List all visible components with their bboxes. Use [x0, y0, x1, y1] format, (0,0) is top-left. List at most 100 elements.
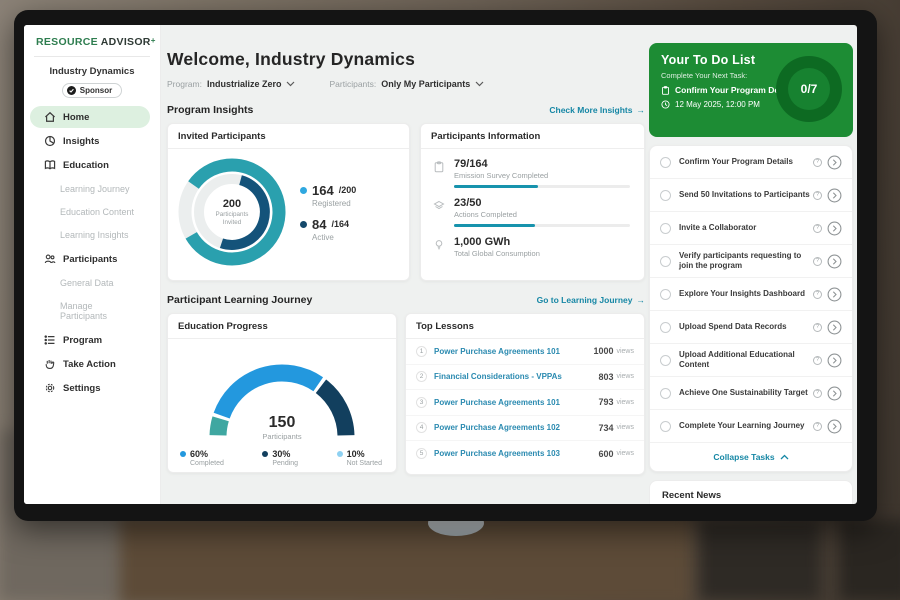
lesson-link[interactable]: Power Purchase Agreements 101 [434, 398, 598, 407]
task-checkbox[interactable] [660, 421, 671, 432]
task-row[interactable]: Achieve One Sustainability Target ? [650, 377, 852, 410]
sidebar-item-take-action[interactable]: Take Action [30, 353, 150, 375]
todo-datetime: 12 May 2025, 12:00 PM [675, 100, 760, 109]
lesson-row[interactable]: 4 Power Purchase Agreements 102 734 view… [406, 416, 644, 442]
chevron-right-icon[interactable] [827, 386, 842, 401]
people-icon [44, 253, 56, 265]
task-row[interactable]: Explore Your Insights Dashboard ? [650, 278, 852, 311]
task-row[interactable]: Upload Additional Educational Content ? [650, 344, 852, 377]
stat-emission-survey: 79/164 Emission Survey Completed [421, 149, 644, 188]
chevron-right-icon[interactable] [827, 254, 842, 269]
info-icon[interactable]: ? [813, 257, 822, 266]
lesson-row[interactable]: 1 Power Purchase Agreements 101 1000 vie… [406, 339, 644, 365]
hand-icon [44, 358, 56, 370]
task-list-card: Confirm Your Program Details ? Send 50 I… [649, 145, 853, 472]
sidebar-item-education[interactable]: Education [30, 154, 150, 176]
bulb-icon [433, 239, 445, 251]
legend-dot [180, 451, 186, 457]
sidebar-item-label: Participants [63, 254, 117, 265]
lesson-link[interactable]: Power Purchase Agreements 102 [434, 423, 598, 432]
task-row[interactable]: Send 50 Invitations to Participants ? [650, 179, 852, 212]
background-shadow [700, 520, 820, 600]
invited-participants-card: Invited Participants 200 Participants In… [167, 123, 410, 281]
chevron-right-icon[interactable] [827, 419, 842, 434]
info-icon[interactable]: ? [813, 191, 822, 200]
task-checkbox[interactable] [660, 157, 671, 168]
legend-item-completed: 60% Completed [180, 449, 224, 467]
lesson-link[interactable]: Power Purchase Agreements 103 [434, 449, 598, 458]
chevron-right-icon[interactable] [827, 188, 842, 203]
legend-dot [262, 451, 268, 457]
progress-bar [454, 224, 630, 227]
lesson-row[interactable]: 3 Power Purchase Agreements 101 793 view… [406, 390, 644, 416]
sidebar-item-label: Settings [63, 383, 100, 394]
collapse-tasks-link[interactable]: Collapse Tasks [650, 443, 852, 471]
task-checkbox[interactable] [660, 190, 671, 201]
sponsor-badge[interactable]: Sponsor [62, 83, 122, 98]
sidebar-item-learning-journey[interactable]: Learning Journey [30, 179, 150, 199]
task-row[interactable]: Verify participants requesting to join t… [650, 245, 852, 278]
info-icon[interactable]: ? [813, 356, 822, 365]
sidebar-item-label: Education Content [60, 207, 134, 217]
task-row[interactable]: Complete Your Learning Journey ? [650, 410, 852, 443]
lesson-link[interactable]: Financial Considerations - VPPAs [434, 372, 598, 381]
info-icon[interactable]: ? [813, 422, 822, 431]
sidebar-item-program[interactable]: Program [30, 329, 150, 351]
brand-logo[interactable]: RESOURCE ADVISOR+ [24, 25, 160, 56]
task-row[interactable]: Upload Spend Data Records ? [650, 311, 852, 344]
task-checkbox[interactable] [660, 289, 671, 300]
progress-fill [454, 224, 535, 227]
todo-progress-ring: 0/7 [776, 56, 842, 122]
legend-dot [337, 451, 343, 457]
info-icon[interactable]: ? [813, 323, 822, 332]
task-checkbox[interactable] [660, 256, 671, 267]
clipboard-icon [661, 86, 670, 95]
lesson-row[interactable]: 2 Financial Considerations - VPPAs 803 v… [406, 365, 644, 391]
task-checkbox[interactable] [660, 388, 671, 399]
sidebar-item-settings[interactable]: Settings [30, 377, 150, 399]
task-checkbox[interactable] [660, 355, 671, 366]
sidebar-item-education-content[interactable]: Education Content [30, 202, 150, 222]
sidebar-item-manage-participants[interactable]: Manage Participants [30, 296, 150, 326]
clipboard-icon [433, 161, 445, 173]
legend-item-pending: 30% Pending [262, 449, 298, 467]
book-icon [44, 159, 56, 171]
sidebar-item-general-data[interactable]: General Data [30, 273, 150, 293]
clock-icon [661, 100, 670, 109]
sponsor-label: Sponsor [80, 86, 112, 95]
gauge-legend: 60% Completed 30% Pending 10% Not Starte… [168, 441, 396, 467]
task-checkbox[interactable] [660, 223, 671, 234]
task-row[interactable]: Confirm Your Program Details ? [650, 146, 852, 179]
lesson-link[interactable]: Power Purchase Agreements 101 [434, 347, 593, 356]
sidebar-item-label: Education [63, 160, 109, 171]
main-content: Welcome, Industry Dynamics Program: Indu… [167, 25, 645, 475]
sidebar-item-label: General Data [60, 278, 114, 288]
sidebar-item-learning-insights[interactable]: Learning Insights [30, 225, 150, 245]
chevron-right-icon[interactable] [827, 155, 842, 170]
chevron-right-icon[interactable] [827, 221, 842, 236]
info-icon[interactable]: ? [813, 290, 822, 299]
go-to-learning-journey-link[interactable]: Go to Learning Journey → [537, 295, 645, 305]
insights-icon [44, 135, 56, 147]
sidebar-item-label: Take Action [63, 359, 116, 370]
lesson-row[interactable]: 5 Power Purchase Agreements 103 600 view… [406, 441, 644, 467]
task-row[interactable]: Invite a Collaborator ? [650, 212, 852, 245]
sidebar-item-home[interactable]: Home [30, 106, 150, 128]
participants-dropdown[interactable]: Participants: Only My Participants [329, 79, 484, 89]
sidebar-item-participants[interactable]: Participants [30, 248, 150, 270]
program-insights-title: Program Insights [167, 104, 253, 116]
sidebar-item-insights[interactable]: Insights [30, 130, 150, 152]
info-icon[interactable]: ? [813, 224, 822, 233]
chevron-right-icon[interactable] [827, 353, 842, 368]
check-more-insights-link[interactable]: Check More Insights → [549, 105, 645, 115]
donut-center-value: 200 [223, 198, 241, 210]
info-icon[interactable]: ? [813, 389, 822, 398]
chevron-right-icon[interactable] [827, 287, 842, 302]
task-checkbox[interactable] [660, 322, 671, 333]
chevron-right-icon[interactable] [827, 320, 842, 335]
sidebar-item-label: Insights [63, 136, 99, 147]
info-icon[interactable]: ? [813, 158, 822, 167]
program-dropdown[interactable]: Program: Industrialize Zero [167, 79, 295, 89]
legend-dot [300, 187, 307, 194]
top-lessons-card: Top Lessons 1 Power Purchase Agreements … [405, 313, 645, 475]
